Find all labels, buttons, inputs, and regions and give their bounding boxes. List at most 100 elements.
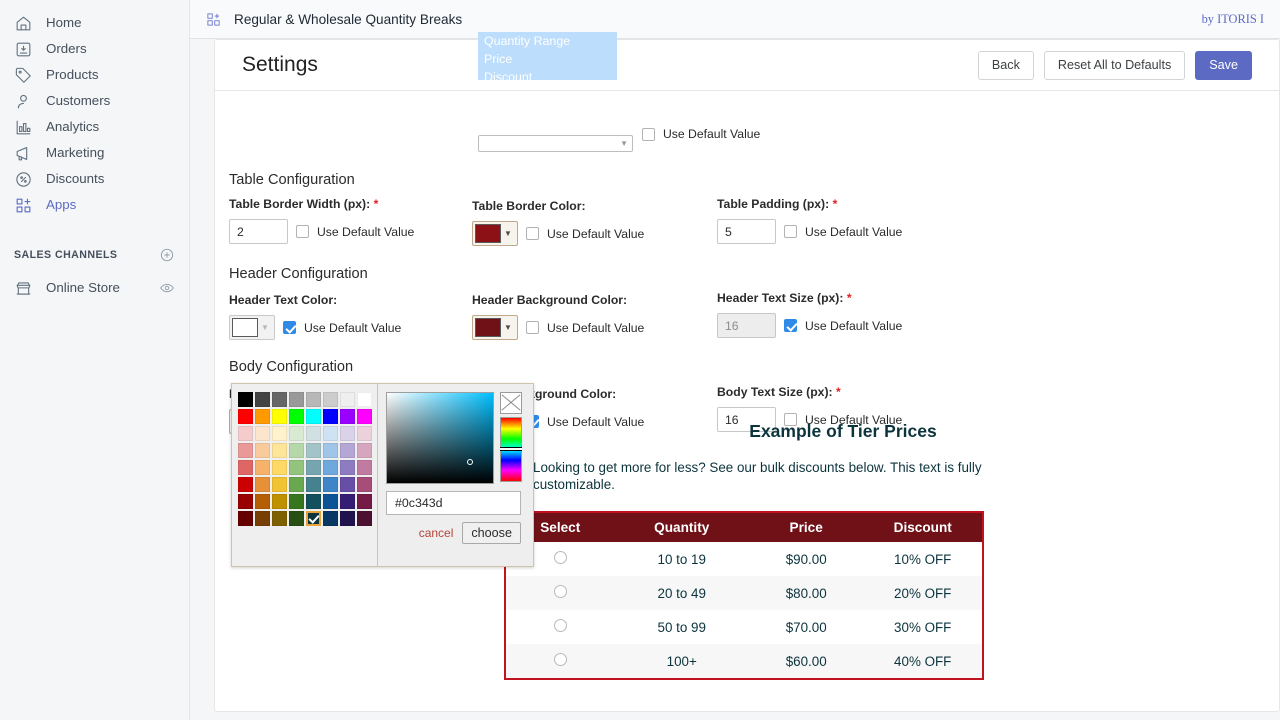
palette-swatch[interactable] [306, 409, 321, 424]
palette-swatch[interactable] [323, 443, 338, 458]
eye-icon[interactable] [159, 280, 175, 296]
palette-swatch[interactable] [340, 443, 355, 458]
palette-swatch[interactable] [340, 477, 355, 492]
palette-swatch[interactable] [340, 494, 355, 509]
palette-swatch[interactable] [255, 477, 270, 492]
sidebar-item-products[interactable]: Products [0, 62, 189, 88]
table-padding-input[interactable] [717, 219, 776, 244]
palette-swatch[interactable] [340, 409, 355, 424]
palette-swatch[interactable] [306, 494, 321, 509]
header-text-color-picker[interactable]: ▼ [229, 315, 275, 340]
palette-swatch[interactable] [357, 409, 372, 424]
color-picker-popup[interactable]: cancel choose [231, 383, 534, 567]
palette-swatch[interactable] [357, 460, 372, 475]
palette-swatch[interactable] [323, 426, 338, 441]
palette-swatch[interactable] [238, 494, 253, 509]
dropdown-option-quantity-range[interactable]: Quantity Range [478, 32, 617, 50]
palette-swatch[interactable] [323, 460, 338, 475]
hue-slider-handle[interactable] [500, 447, 522, 451]
palette-swatch[interactable] [340, 460, 355, 475]
palette-swatch[interactable] [255, 409, 270, 424]
table-border-width-use-default-checkbox[interactable] [296, 225, 309, 238]
palette-swatch[interactable] [238, 511, 253, 526]
table-border-color-swatch[interactable] [475, 224, 501, 243]
sidebar-item-online-store[interactable]: Online Store [0, 275, 189, 301]
palette-swatch[interactable] [289, 443, 304, 458]
saturation-value-box[interactable] [386, 392, 494, 484]
palette-swatch[interactable] [255, 511, 270, 526]
palette-swatch[interactable] [272, 392, 287, 407]
palette-swatch[interactable] [306, 460, 321, 475]
dropdown-option-price[interactable]: Price [478, 50, 617, 68]
table-border-width-input[interactable] [229, 219, 288, 244]
palette-swatch[interactable] [255, 443, 270, 458]
table-padding-use-default-checkbox[interactable] [784, 225, 797, 238]
reset-all-to-defaults-button[interactable]: Reset All to Defaults [1043, 50, 1186, 80]
palette-swatch[interactable] [272, 443, 287, 458]
sidebar-item-marketing[interactable]: Marketing [0, 140, 189, 166]
hue-slider[interactable] [500, 417, 522, 482]
palette-swatch[interactable] [357, 511, 372, 526]
palette-swatch[interactable] [238, 426, 253, 441]
header-background-color-use-default-checkbox[interactable] [526, 321, 539, 334]
palette-swatch[interactable] [255, 392, 270, 407]
no-color-icon[interactable] [500, 392, 522, 414]
sidebar-item-discounts[interactable]: Discounts [0, 166, 189, 192]
palette-swatch[interactable] [289, 477, 304, 492]
save-button[interactable]: Save [1195, 50, 1252, 80]
palette-swatch[interactable] [323, 409, 338, 424]
tier-radio[interactable] [553, 551, 567, 564]
palette-swatch[interactable] [272, 426, 287, 441]
palette-swatch[interactable] [357, 426, 372, 441]
palette-swatch[interactable] [340, 426, 355, 441]
header-text-color-swatch[interactable] [232, 318, 258, 337]
header-text-size-use-default-checkbox[interactable] [784, 319, 797, 332]
palette-swatch[interactable] [323, 477, 338, 492]
palette-swatch[interactable] [357, 494, 372, 509]
palette-swatch[interactable] [323, 494, 338, 509]
palette-swatch[interactable] [238, 409, 253, 424]
palette-swatch[interactable] [340, 511, 355, 526]
palette-swatch[interactable] [289, 494, 304, 509]
palette-swatch[interactable] [306, 443, 321, 458]
palette-swatch[interactable] [238, 392, 253, 407]
palette-swatch[interactable] [289, 511, 304, 526]
choose-button[interactable]: choose [462, 522, 521, 544]
add-channel-icon[interactable] [159, 247, 175, 263]
sort-by-select[interactable]: ▼ [478, 135, 633, 152]
header-background-color-picker[interactable]: ▼ [472, 315, 518, 340]
palette-swatch[interactable] [255, 460, 270, 475]
open-dropdown-list[interactable]: Quantity Range Price Discount [478, 32, 617, 80]
sidebar-item-home[interactable]: Home [0, 10, 189, 36]
palette-swatch[interactable] [238, 443, 253, 458]
palette-swatch[interactable] [289, 460, 304, 475]
palette-swatch[interactable] [357, 392, 372, 407]
chevron-down-icon[interactable]: ▼ [501, 318, 515, 337]
tier-radio[interactable] [553, 585, 567, 598]
sidebar-item-apps[interactable]: Apps [0, 192, 189, 218]
palette-swatch[interactable] [306, 392, 321, 407]
palette-swatch[interactable] [306, 426, 321, 441]
palette-swatch[interactable] [255, 494, 270, 509]
palette-swatch[interactable] [272, 511, 287, 526]
sidebar-item-customers[interactable]: Customers [0, 88, 189, 114]
palette-swatch[interactable] [340, 392, 355, 407]
palette-swatch[interactable] [272, 460, 287, 475]
hex-color-input[interactable] [386, 491, 521, 515]
palette-swatch[interactable] [272, 477, 287, 492]
palette-swatch[interactable] [323, 392, 338, 407]
palette-swatch[interactable] [289, 426, 304, 441]
palette-swatch[interactable] [272, 409, 287, 424]
back-button[interactable]: Back [977, 50, 1034, 80]
palette-swatch[interactable] [306, 477, 321, 492]
chevron-down-icon[interactable]: ▼ [501, 224, 515, 243]
palette-swatch[interactable] [238, 477, 253, 492]
tier-radio[interactable] [553, 653, 567, 666]
palette-swatch[interactable] [357, 443, 372, 458]
table-border-color-picker[interactable]: ▼ [472, 221, 518, 246]
sidebar-item-analytics[interactable]: Analytics [0, 114, 189, 140]
palette-swatch[interactable] [306, 511, 321, 526]
palette-swatch[interactable] [289, 409, 304, 424]
tier-radio[interactable] [553, 619, 567, 632]
palette-swatch[interactable] [323, 511, 338, 526]
